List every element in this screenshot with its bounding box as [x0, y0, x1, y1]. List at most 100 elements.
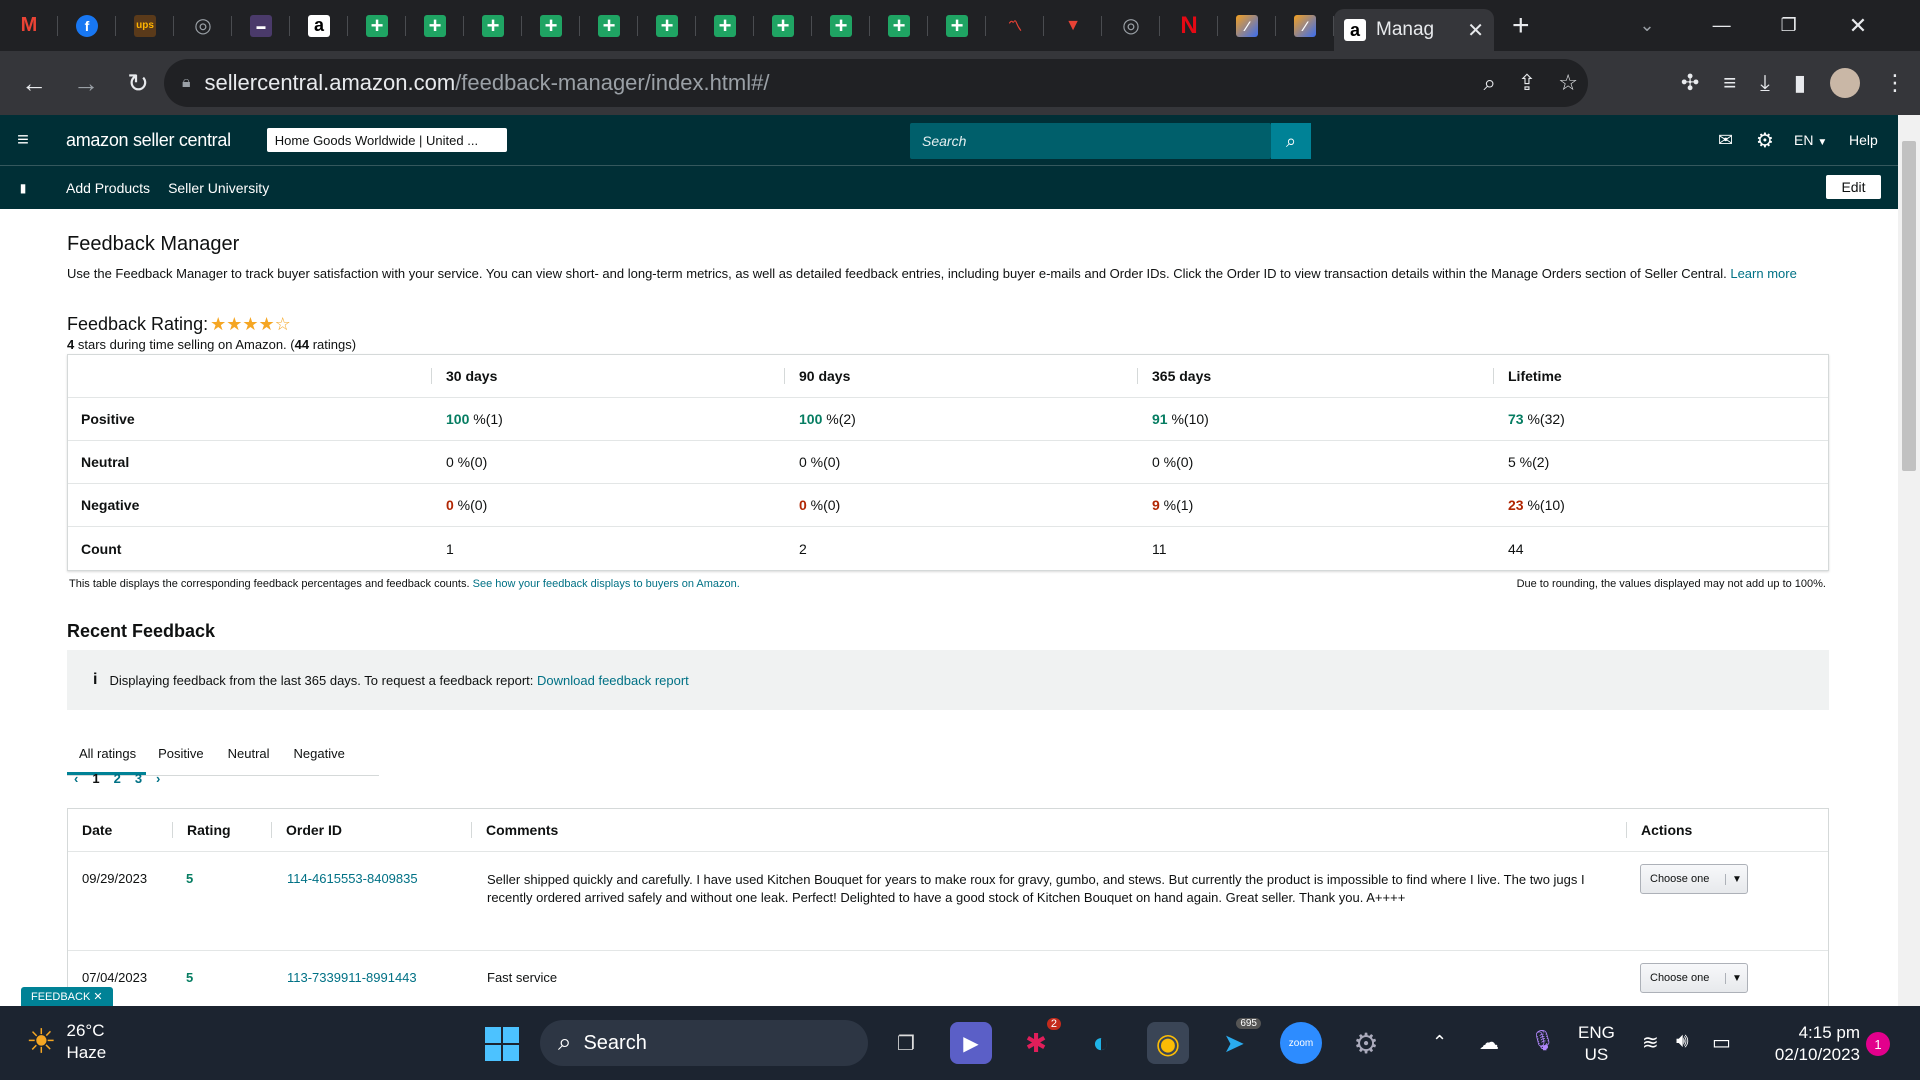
- tab-all-ratings[interactable]: All ratings: [67, 736, 147, 775]
- tab-neutral[interactable]: Neutral: [216, 736, 282, 775]
- weather-widget[interactable]: ☀ 26°C Haze: [26, 1020, 106, 1064]
- tab-sheets-9[interactable]: +: [812, 0, 870, 51]
- search-button[interactable]: ⌕: [1271, 123, 1311, 159]
- action-dropdown[interactable]: Choose one ▼: [1640, 963, 1748, 993]
- tab-gmail[interactable]: M: [0, 0, 58, 51]
- media-icon[interactable]: ≡: [1723, 70, 1736, 96]
- restore-icon[interactable]: ❐: [1781, 15, 1797, 36]
- menu-icon[interactable]: ⋮: [1884, 70, 1906, 96]
- share-icon[interactable]: ⇪: [1518, 70, 1536, 96]
- zoom-icon[interactable]: zoom: [1280, 1022, 1322, 1064]
- tab-app-1[interactable]: ⁄: [1218, 0, 1276, 51]
- tab-ups[interactable]: ups: [116, 0, 174, 51]
- tab-sheets-5[interactable]: +: [580, 0, 638, 51]
- side-panel-icon[interactable]: ▮: [1794, 70, 1806, 96]
- tab-sheets-3[interactable]: +: [464, 0, 522, 51]
- tab-netflix[interactable]: N: [1160, 0, 1218, 51]
- download-icon[interactable]: ⤓: [1760, 70, 1770, 96]
- back-icon[interactable]: ←: [8, 57, 60, 109]
- minimize-icon[interactable]: —: [1713, 15, 1731, 36]
- tab-sheets-7[interactable]: +: [696, 0, 754, 51]
- close-window-icon[interactable]: ✕: [1849, 13, 1867, 39]
- next-page-icon[interactable]: ›: [156, 771, 160, 786]
- settings-gear-icon[interactable]: ⚙: [1756, 128, 1774, 153]
- row-order-id[interactable]: 113-7339911-8991443: [287, 970, 417, 985]
- store-selector[interactable]: Home Goods Worldwide | United ...: [266, 128, 507, 152]
- volume-icon[interactable]: 🔊︎: [1676, 1030, 1689, 1053]
- learn-more-link[interactable]: Learn more: [1730, 266, 1796, 281]
- close-icon[interactable]: ✕: [93, 990, 102, 1003]
- tab-positive[interactable]: Positive: [146, 736, 216, 775]
- subnav-seller-university[interactable]: Seller University: [168, 180, 269, 196]
- tab-negative[interactable]: Negative: [282, 736, 357, 775]
- tab-red-site[interactable]: ▼: [1044, 0, 1102, 51]
- notification-badge[interactable]: 1: [1866, 1032, 1890, 1056]
- show-hidden-icons-icon[interactable]: ⌃: [1432, 1032, 1447, 1053]
- scrollbar-thumb[interactable]: [1902, 141, 1916, 471]
- zoom-icon[interactable]: ⌕: [1484, 70, 1496, 96]
- url-bar[interactable]: 🔒︎ sellercentral.amazon.com/feedback-man…: [164, 59, 1588, 107]
- tab-search-icon[interactable]: ⌄: [1640, 15, 1655, 36]
- tab-facebook[interactable]: f: [58, 0, 116, 51]
- reload-icon[interactable]: ↻: [112, 57, 164, 109]
- microphone-icon[interactable]: 🎙︎: [1530, 1028, 1555, 1053]
- telegram-icon[interactable]: ➤ 695: [1213, 1018, 1261, 1064]
- extensions-icon[interactable]: ✣: [1681, 70, 1699, 96]
- language-selector[interactable]: EN ▼: [1794, 132, 1827, 148]
- action-dropdown[interactable]: Choose one ▼: [1640, 864, 1748, 894]
- tab-sheets-10[interactable]: +: [870, 0, 928, 51]
- row-order-id[interactable]: 114-4615553-8409835: [287, 871, 418, 886]
- feedback-display-link[interactable]: See how your feedback displays to buyers…: [473, 578, 740, 590]
- slack-icon[interactable]: ✱ 2: [1015, 1018, 1061, 1064]
- metrics-row-label: Negative: [81, 497, 140, 513]
- messages-icon[interactable]: ✉: [1718, 130, 1733, 151]
- tab-sheets-1[interactable]: +: [348, 0, 406, 51]
- edge-icon[interactable]: ◐: [1080, 1022, 1122, 1064]
- seller-central-logo[interactable]: amazon seller central: [66, 130, 231, 151]
- start-button[interactable]: [485, 1027, 519, 1061]
- page-1[interactable]: 1: [92, 771, 99, 786]
- tab-active-feedback-manager[interactable]: a Manag ✕: [1334, 9, 1494, 51]
- edit-button[interactable]: Edit: [1826, 175, 1881, 199]
- bookmark-icon[interactable]: ▮: [0, 181, 46, 195]
- close-tab-icon[interactable]: ✕: [1467, 18, 1484, 43]
- prev-page-icon[interactable]: ‹: [74, 771, 78, 786]
- page-scrollbar[interactable]: [1898, 115, 1920, 1006]
- feedback-badge[interactable]: FEEDBACK ✕: [21, 987, 113, 1006]
- star-filled-icon: ★: [242, 314, 259, 334]
- help-link[interactable]: Help: [1849, 132, 1878, 148]
- profile-avatar[interactable]: [1830, 68, 1860, 98]
- task-view-icon[interactable]: ❐: [885, 1022, 927, 1064]
- bookmark-star-icon[interactable]: ☆: [1558, 70, 1578, 96]
- forward-icon[interactable]: →: [60, 57, 112, 109]
- tab-sheets-2[interactable]: +: [406, 0, 464, 51]
- taskbar-search[interactable]: ⌕ Search: [540, 1020, 868, 1066]
- teams-icon[interactable]: ▶: [950, 1022, 992, 1064]
- subnav-add-products[interactable]: Add Products: [66, 180, 150, 196]
- wifi-icon[interactable]: ≋: [1642, 1030, 1659, 1055]
- tab-site[interactable]: ▬: [232, 0, 290, 51]
- tab-amazon[interactable]: a: [290, 0, 348, 51]
- clock[interactable]: 4:15 pm 02/10/2023: [1760, 1022, 1860, 1066]
- language-indicator[interactable]: ENG US: [1578, 1022, 1615, 1066]
- tab-globe-2[interactable]: ◎: [1102, 0, 1160, 51]
- globe-icon: ◎: [1122, 15, 1140, 37]
- chrome-icon[interactable]: ◉: [1147, 1022, 1189, 1064]
- tab-app-2[interactable]: ⁄: [1276, 0, 1334, 51]
- tab-sheets-4[interactable]: +: [522, 0, 580, 51]
- onedrive-icon[interactable]: ☁: [1479, 1030, 1499, 1055]
- tab-globe[interactable]: ◎: [174, 0, 232, 51]
- settings-gear-icon[interactable]: ⚙: [1345, 1022, 1387, 1064]
- page-3[interactable]: 3: [135, 771, 142, 786]
- tab-sheets-11[interactable]: +: [928, 0, 986, 51]
- tab-chart[interactable]: 〽: [986, 0, 1044, 51]
- page-2[interactable]: 2: [114, 771, 121, 786]
- new-tab-icon[interactable]: +: [1512, 9, 1530, 43]
- hamburger-menu-icon[interactable]: ≡: [0, 129, 46, 152]
- tab-sheets-8[interactable]: +: [754, 0, 812, 51]
- tab-sheets-6[interactable]: +: [638, 0, 696, 51]
- download-feedback-report-link[interactable]: Download feedback report: [537, 673, 689, 688]
- battery-icon[interactable]: ▭: [1712, 1030, 1731, 1055]
- search-box[interactable]: Search: [910, 123, 1271, 159]
- metrics-cell: 0 %(0): [799, 454, 840, 470]
